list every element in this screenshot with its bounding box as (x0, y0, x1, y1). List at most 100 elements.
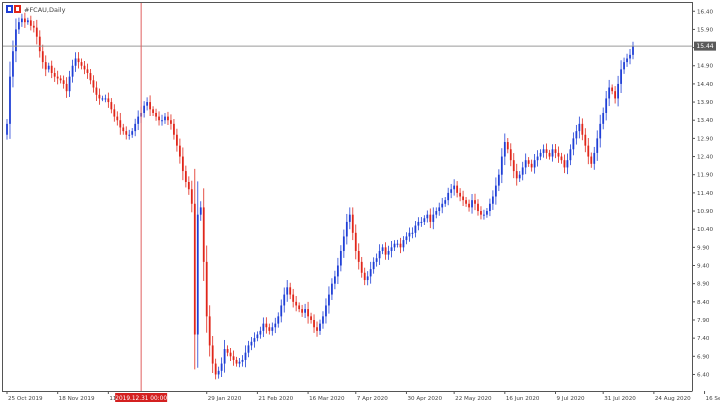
candle-body (155, 112, 157, 117)
candle-body (366, 276, 369, 281)
candle-body (274, 323, 277, 328)
y-tick-label: 11.90 (697, 173, 713, 179)
candle-body (471, 200, 473, 208)
candle-body (98, 94, 101, 99)
candle-body (316, 327, 318, 331)
candle-body (137, 116, 140, 124)
candle-body (286, 287, 289, 295)
candle-body (220, 363, 223, 371)
candle-body (596, 138, 599, 153)
candle-body (86, 69, 89, 74)
y-tick-label: 8.40 (697, 300, 710, 306)
y-tick-label: 8.90 (697, 282, 710, 288)
candle-body (18, 22, 20, 30)
candle-body (363, 272, 366, 281)
candle-body (575, 131, 578, 139)
price-chart[interactable]: 16.4015.9015.4014.9014.4013.9013.4012.90… (0, 0, 720, 405)
symbol-header: #FCAU,Daily (6, 5, 66, 14)
candle-body (173, 123, 175, 135)
candle-body (125, 131, 128, 135)
candle-body (134, 123, 137, 132)
price-tag: 15.44 (694, 41, 716, 51)
candle-body (259, 330, 262, 335)
candle-body (21, 18, 23, 23)
y-tick-label: 13.90 (697, 100, 713, 106)
candle-body (342, 236, 345, 251)
candle-body (211, 345, 214, 364)
candle-body (265, 323, 268, 328)
candle-body (447, 192, 450, 201)
candle-body (235, 359, 238, 364)
candle-body (101, 98, 104, 100)
candle-body (47, 65, 50, 70)
candle-body (319, 323, 321, 331)
candle-body (295, 301, 298, 306)
candle-body (551, 149, 554, 157)
candle-body (438, 207, 441, 212)
candle-body (587, 145, 590, 157)
candle-body (244, 352, 247, 360)
candle-body (435, 211, 438, 215)
candle-body (322, 316, 324, 324)
y-tick-label: 15.90 (697, 27, 713, 33)
x-tick-label: 7 Apr 2020 (357, 396, 388, 402)
candle-body (381, 247, 384, 251)
candle-body (611, 87, 614, 92)
candle-body (331, 283, 333, 295)
candle-body (71, 65, 74, 77)
candle-body (50, 65, 53, 74)
candle-body (196, 214, 199, 335)
candle-body (491, 196, 494, 204)
candle-body (289, 287, 292, 295)
candle-body (89, 73, 92, 81)
y-tick-label: 11.40 (697, 191, 713, 197)
candle-body (626, 58, 628, 63)
candle-body (214, 363, 217, 375)
y-tick-label: 14.40 (697, 82, 713, 88)
candle-body (223, 349, 226, 364)
y-tick-label: 9.90 (697, 245, 710, 251)
candle-body (176, 134, 178, 146)
x-tick-label: 18 Nov 2019 (59, 396, 95, 402)
candle-body (74, 58, 77, 66)
candle-body (417, 221, 420, 226)
candle-body (480, 211, 482, 215)
candle-body (193, 203, 196, 335)
candle-body (152, 109, 154, 113)
chart-background (0, 0, 720, 405)
candle-body (459, 192, 462, 197)
candle-body (429, 214, 432, 222)
candle-body (360, 261, 363, 273)
x-tick-label: 16 Jun 2020 (506, 396, 540, 402)
candle-body (107, 98, 110, 103)
candle-body (250, 341, 253, 346)
x-tick-label: 21 Feb 2020 (258, 396, 293, 402)
candle-body (68, 76, 71, 92)
candle-body (608, 87, 611, 99)
candle-body (441, 203, 444, 208)
candle-body (217, 370, 220, 375)
candle-body (542, 149, 545, 153)
candle-body (420, 221, 423, 223)
candle-body (602, 112, 605, 124)
x-tick-label: 16 Mar 2020 (309, 396, 345, 402)
candle-body (53, 73, 56, 77)
candle-body (408, 232, 411, 237)
candle-body (208, 316, 211, 346)
candle-body (560, 156, 563, 161)
candle-body (262, 323, 265, 331)
candle-body (375, 258, 378, 262)
y-tick-label: 7.90 (697, 318, 710, 324)
candle-body (9, 76, 11, 124)
candle-body (632, 46, 634, 55)
candle-body (584, 134, 587, 146)
candle-body (256, 334, 259, 339)
candle-body (530, 163, 533, 168)
candle-body (629, 54, 631, 59)
candle-body (566, 160, 569, 168)
candle-body (116, 116, 119, 121)
candle-body (226, 349, 229, 353)
candle-body (494, 185, 497, 197)
candle-body (426, 214, 429, 219)
candle-body (518, 174, 521, 179)
